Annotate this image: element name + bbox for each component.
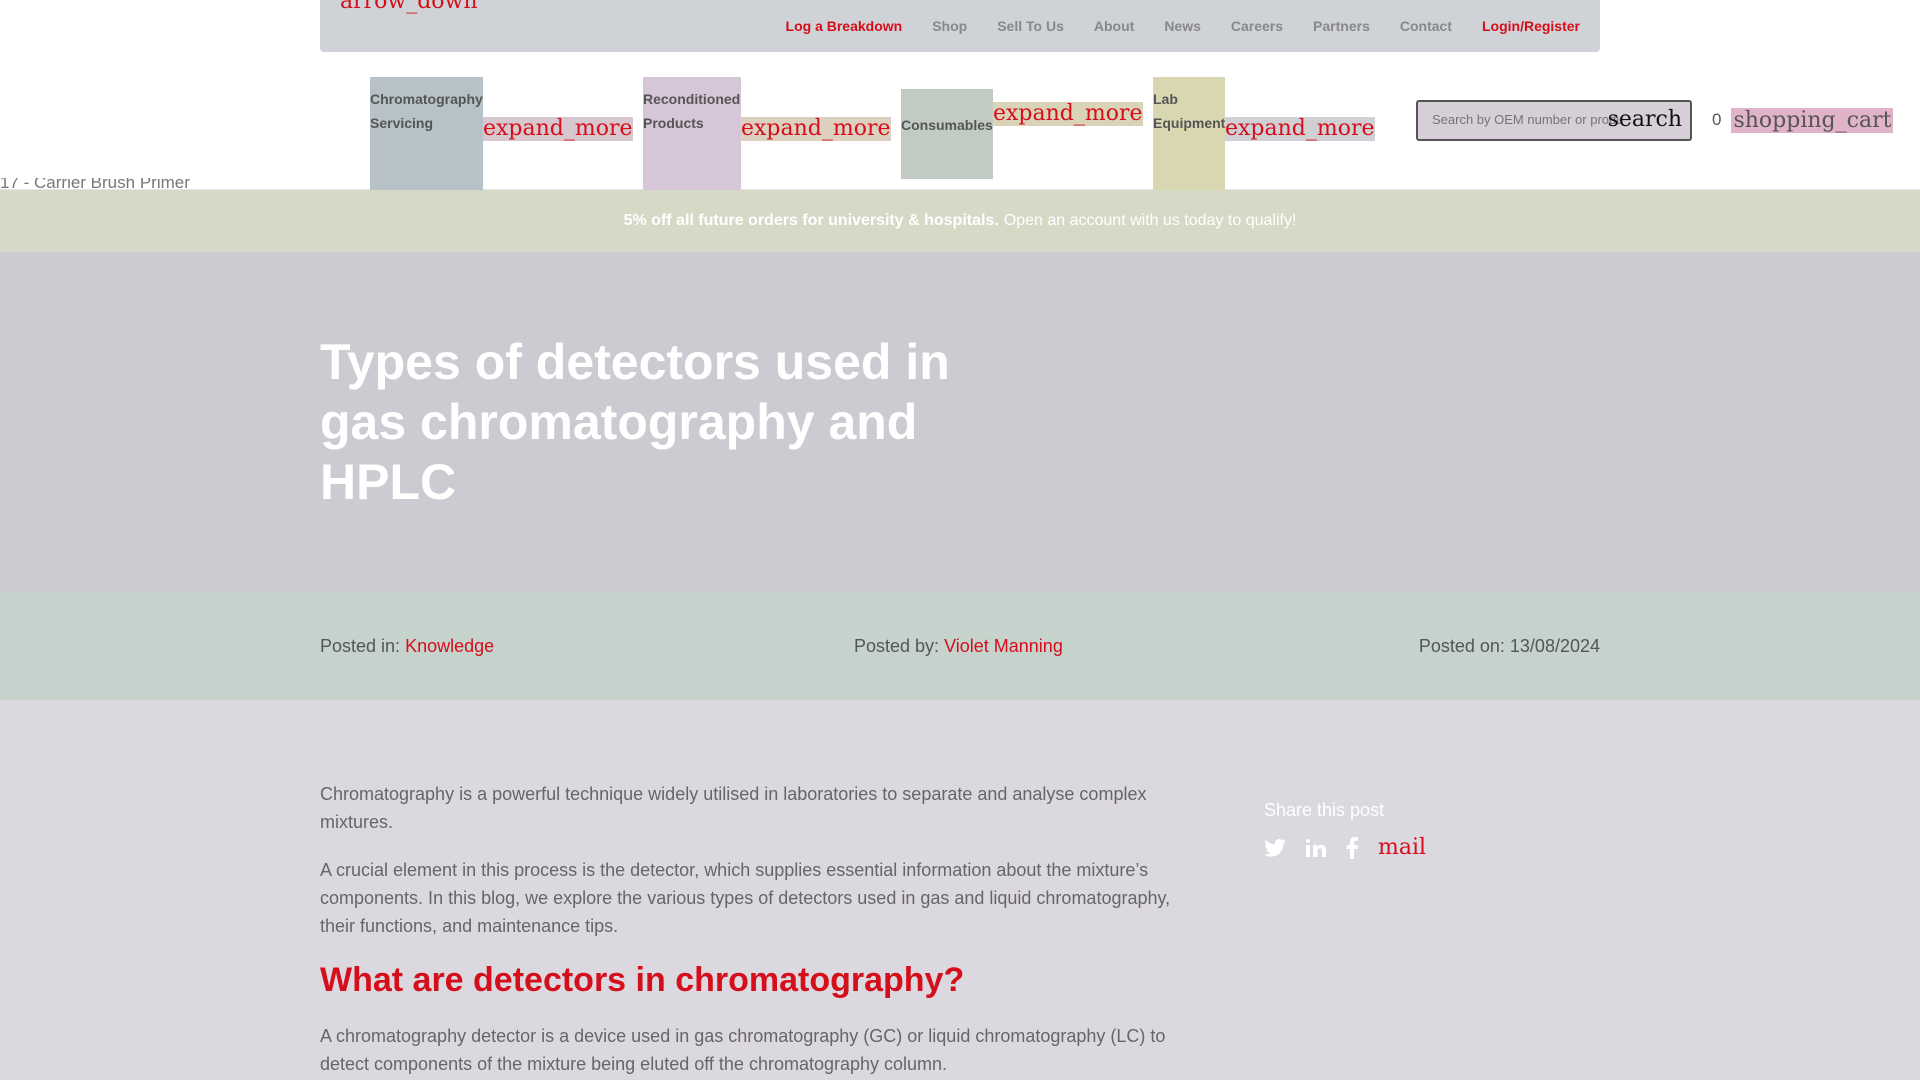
menu-lab-equipment[interactable]: Lab Equipment expand_more xyxy=(1153,77,1375,191)
shopping-cart-icon[interactable]: shopping_cart xyxy=(1731,107,1894,133)
expand-more-icon[interactable]: expand_more xyxy=(741,117,891,141)
author-link[interactable]: Violet Manning xyxy=(944,636,1063,656)
menu-consumables[interactable]: Consumables expand_more xyxy=(901,89,1143,179)
posted-on-date: 13/08/2024 xyxy=(1509,636,1600,656)
article-paragraph: Chromatography is a powerful technique w… xyxy=(320,784,1147,832)
section-heading: What are detectors in chromatography? xyxy=(320,961,965,999)
menu-label: Lab Equipment xyxy=(1153,77,1225,191)
arrow-down-icon[interactable]: arrow_down xyxy=(340,0,478,15)
posted-by-label: Posted by: xyxy=(854,636,940,656)
posted-in-label: Posted in: xyxy=(320,636,401,656)
menu-label: Consumables xyxy=(901,89,993,179)
log-breakdown-link[interactable]: Log a Breakdown xyxy=(786,18,903,34)
posted-on-label: Posted on: xyxy=(1418,636,1505,656)
search-input[interactable] xyxy=(1432,112,1622,127)
posted-in: Posted in: Knowledge xyxy=(320,636,494,657)
share-icons: mail xyxy=(1264,835,1426,860)
top-bar: arrow_down Log a Breakdown Shop Sell To … xyxy=(320,0,1600,52)
sell-to-us-link[interactable]: Sell To Us xyxy=(997,18,1064,34)
main-nav: Chromatography Servicing expand_more Rec… xyxy=(0,52,1920,191)
search-box: search xyxy=(1416,100,1692,141)
menu-chromatography-servicing[interactable]: Chromatography Servicing expand_more xyxy=(370,77,633,191)
promo-bold: 5% off all future orders for university … xyxy=(623,212,999,229)
share-panel: Share this post mail xyxy=(1264,800,1426,860)
partners-link[interactable]: Partners xyxy=(1313,18,1370,34)
promo-banner[interactable]: 5% off all future orders for university … xyxy=(0,190,1920,252)
cart[interactable]: 0 shopping_cart xyxy=(1712,106,1894,134)
about-link[interactable]: About xyxy=(1094,18,1134,34)
shop-link[interactable]: Shop xyxy=(932,18,967,34)
contact-link[interactable]: Contact xyxy=(1400,18,1452,34)
post-meta: Posted in: Knowledge Posted by: Violet M… xyxy=(0,592,1920,700)
mail-icon[interactable]: mail xyxy=(1378,835,1426,860)
menu-label: Reconditioned Products xyxy=(643,77,741,191)
login-register-link[interactable]: Login/Register xyxy=(1482,18,1580,34)
facebook-icon[interactable] xyxy=(1346,836,1358,859)
category-link[interactable]: Knowledge xyxy=(405,636,494,656)
article-paragraph: A chromatography detector is a device us… xyxy=(320,1026,1166,1074)
cart-count: 0 xyxy=(1712,110,1722,129)
top-links: Log a Breakdown Shop Sell To Us About Ne… xyxy=(756,18,1580,34)
expand-more-icon[interactable]: expand_more xyxy=(1225,117,1375,141)
twitter-icon[interactable] xyxy=(1264,838,1286,857)
search-icon[interactable]: search xyxy=(1608,107,1682,132)
article-paragraph: A crucial element in this process is the… xyxy=(320,860,1171,936)
article-body: Chromatography is a powerful technique w… xyxy=(320,780,1180,1080)
menu-label: Chromatography Servicing xyxy=(370,77,483,191)
posted-by: Posted by: Violet Manning xyxy=(854,636,1063,657)
page-title: Types of detectors used in gas chromatog… xyxy=(320,334,950,510)
content-area: Chromatography is a powerful technique w… xyxy=(0,700,1920,1080)
careers-link[interactable]: Careers xyxy=(1231,18,1283,34)
posted-on: Posted on: 13/08/2024 xyxy=(1419,636,1600,657)
menu-reconditioned-products[interactable]: Reconditioned Products expand_more xyxy=(643,77,891,191)
linkedin-icon[interactable] xyxy=(1306,838,1326,857)
news-link[interactable]: News xyxy=(1164,18,1201,34)
share-title: Share this post xyxy=(1264,800,1385,820)
hero: Types of detectors used in gas chromatog… xyxy=(0,252,1920,592)
promo-text: Open an account with us today to qualify… xyxy=(1003,212,1297,229)
expand-more-icon[interactable]: expand_more xyxy=(993,102,1143,126)
expand-more-icon[interactable]: expand_more xyxy=(483,117,633,141)
